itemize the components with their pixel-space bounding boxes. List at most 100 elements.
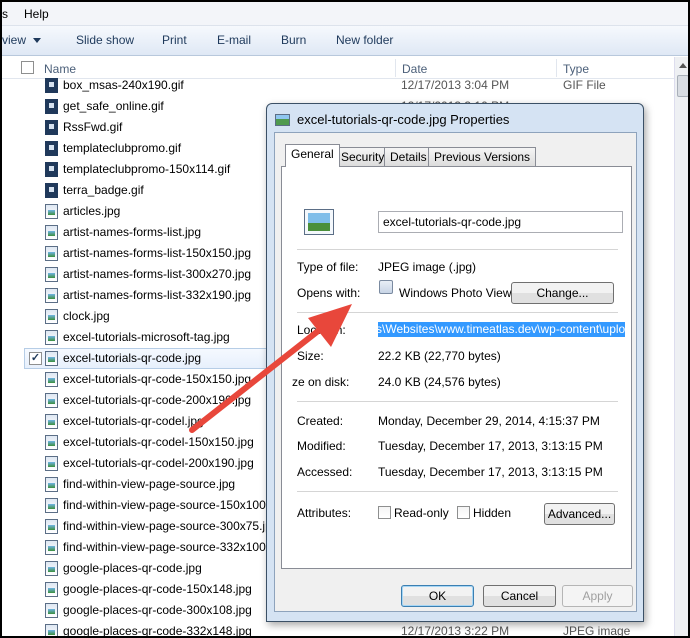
file-name: excel-tutorials-qr-code-200x190.jpg <box>63 393 252 407</box>
file-name: get_safe_online.gif <box>63 99 164 113</box>
gif-file-icon <box>45 78 58 93</box>
gif-file-icon <box>45 120 58 135</box>
tab-previous-versions[interactable]: Previous Versions <box>428 147 537 166</box>
general-tab-panel: excel-tutorials-qr-code.jpg Type of file… <box>281 166 632 569</box>
email-button[interactable]: E-mail <box>217 33 251 47</box>
slideshow-button[interactable]: Slide show <box>76 33 134 47</box>
new-folder-button[interactable]: New folder <box>336 33 393 47</box>
jpg-file-icon <box>45 456 58 471</box>
jpg-file-icon <box>45 351 58 366</box>
attributes-label: Attributes: <box>297 506 352 520</box>
file-name: clock.jpg <box>63 309 110 323</box>
hidden-checkbox[interactable] <box>457 506 470 519</box>
file-name: excel-tutorials-qr-codel-200x190.jpg <box>63 456 254 470</box>
size-on-disk-label: ze on disk: <box>292 375 350 389</box>
jpg-file-icon <box>45 435 58 450</box>
jpg-file-icon <box>45 288 58 303</box>
size-on-disk-value: 24.0 KB (24,576 bytes) <box>378 375 501 389</box>
print-button[interactable]: Print <box>162 33 187 47</box>
file-name: google-places-qr-code.jpg <box>63 561 202 575</box>
gif-file-icon <box>45 183 58 198</box>
scroll-up-icon[interactable] <box>679 63 687 68</box>
burn-button[interactable]: Burn <box>281 33 306 47</box>
created-label: Created: <box>297 414 344 428</box>
location-value[interactable]: s\Websites\www.timeatlas.dev\wp-content\… <box>378 322 625 337</box>
jpg-file-icon <box>45 372 58 387</box>
vertical-scrollbar[interactable] <box>674 57 688 636</box>
size-label: Size: <box>297 349 324 363</box>
jpg-file-icon <box>45 246 58 261</box>
file-name: find-within-view-page-source-150x100 <box>63 498 266 512</box>
gif-file-icon <box>45 99 58 114</box>
jpg-file-icon <box>45 540 58 555</box>
file-name: articles.jpg <box>63 204 121 218</box>
tab-general[interactable]: General <box>285 144 340 167</box>
list-item[interactable]: box_msas-240x190.gif 12/17/2013 3:04 PM GI… <box>2 75 682 96</box>
opens-with-value: Windows Photo Viewer <box>399 286 523 300</box>
read-only-checkbox[interactable] <box>378 506 391 519</box>
jpg-file-icon <box>45 582 58 597</box>
modified-value: Tuesday, December 17, 2013, 3:13:15 PM <box>378 439 603 453</box>
ok-button[interactable]: OK <box>401 585 474 607</box>
row-checkbox[interactable]: ✓ <box>29 352 42 365</box>
file-name: artist-names-forms-list-332x190.jpg <box>63 288 252 302</box>
menu-item-help[interactable]: Help <box>24 7 49 21</box>
file-name: excel-tutorials-qr-code.jpg <box>63 351 202 365</box>
list-item[interactable]: google-places-qr-code-332x148.jpg 12/17/2… <box>2 621 682 638</box>
modified-label: Modified: <box>297 439 346 453</box>
file-name: google-places-qr-code-150x148.jpg <box>63 582 252 596</box>
jpg-file-icon <box>45 225 58 240</box>
file-name: box_msas-240x190.gif <box>63 78 184 92</box>
view-button-label: view <box>2 33 27 47</box>
opens-with-label: Opens with: <box>297 286 361 300</box>
file-name: find-within-view-page-source.jpg <box>63 477 236 491</box>
menu-item-partial[interactable]: s <box>2 7 8 21</box>
file-name: google-places-qr-code-332x148.jpg <box>63 624 252 638</box>
jpg-file-icon <box>45 624 58 636</box>
change-button[interactable]: Change... <box>511 282 614 304</box>
properties-dialog: excel-tutorials-qr-code.jpg Properties G… <box>266 103 644 622</box>
file-date: 12/17/2013 3:04 PM <box>401 78 510 92</box>
created-value: Monday, December 29, 2014, 4:15:37 PM <box>378 414 600 428</box>
select-all-checkbox[interactable] <box>21 61 34 74</box>
divider <box>297 312 618 313</box>
chevron-down-icon <box>33 38 42 44</box>
accessed-label: Accessed: <box>297 465 353 479</box>
tab-details[interactable]: Details <box>384 147 433 166</box>
photo-viewer-icon <box>379 280 393 294</box>
apply-button[interactable]: Apply <box>562 585 633 607</box>
jpg-file-icon <box>45 603 58 618</box>
type-of-file-label: Type of file: <box>297 260 359 274</box>
file-name: find-within-view-page-source-332x100 <box>63 540 266 554</box>
file-name: excel-tutorials-microsoft-tag.jpg <box>63 330 230 344</box>
advanced-button[interactable]: Advanced... <box>544 503 615 525</box>
jpg-file-icon <box>45 393 58 408</box>
file-type: GIF File <box>563 78 606 92</box>
location-label: Location: <box>297 323 346 337</box>
scroll-thumb[interactable] <box>677 75 688 97</box>
file-name: artist-names-forms-list-300x270.jpg <box>63 267 252 281</box>
jpg-file-icon <box>45 414 58 429</box>
file-name: excel-tutorials-qr-codel.jpg <box>63 414 204 428</box>
file-name: artist-names-forms-list.jpg <box>63 225 202 239</box>
file-type: JPEG image <box>563 624 631 638</box>
jpg-file-icon <box>45 204 58 219</box>
jpg-file-icon <box>45 519 58 534</box>
filename-field[interactable]: excel-tutorials-qr-code.jpg <box>378 211 623 233</box>
view-button[interactable]: view <box>2 33 42 47</box>
divider <box>297 249 618 250</box>
column-header-type[interactable]: Type <box>563 62 589 76</box>
dialog-title: excel-tutorials-qr-code.jpg Properties <box>297 112 510 127</box>
read-only-label: Read-only <box>394 506 449 520</box>
file-name: excel-tutorials-qr-codel-150x150.jpg <box>63 435 254 449</box>
dialog-body: General Security Details Previous Versio… <box>274 132 637 612</box>
file-date: 12/17/2013 3:22 PM <box>401 624 510 638</box>
tab-security[interactable]: Security <box>335 147 391 166</box>
explorer-window: s Help view Slide show Print E-mail Burn… <box>0 0 690 638</box>
cancel-button[interactable]: Cancel <box>483 585 556 607</box>
column-header-date[interactable]: Date <box>402 62 427 76</box>
jpg-file-icon <box>45 267 58 282</box>
gif-file-icon <box>45 141 58 156</box>
column-header-name[interactable]: Name <box>44 62 76 76</box>
jpg-file-icon <box>45 330 58 345</box>
